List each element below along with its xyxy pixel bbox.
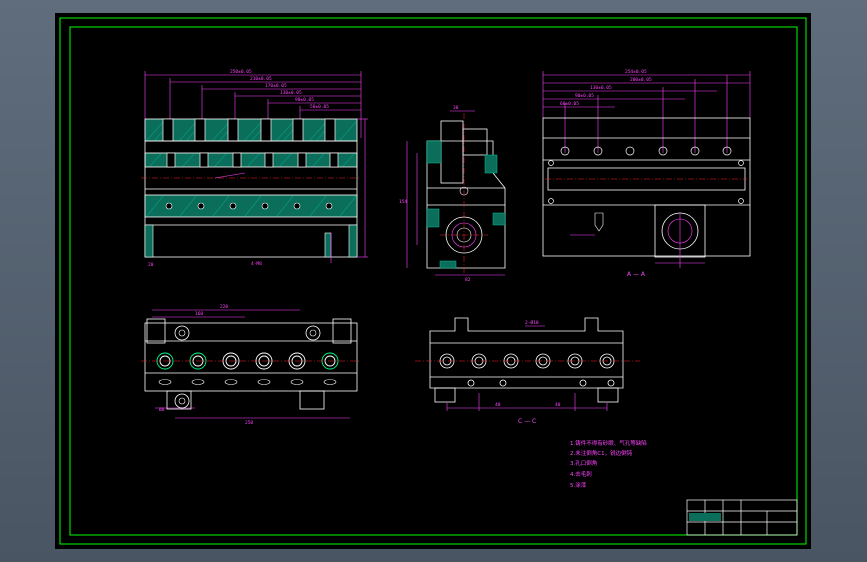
- svg-text:130±0.05: 130±0.05: [280, 90, 302, 96]
- top-view: 220 160 250 Ø8: [141, 304, 361, 426]
- svg-text:170±0.05: 170±0.05: [265, 83, 287, 89]
- svg-text:2-Ø10: 2-Ø10: [525, 319, 539, 326]
- svg-text:Ø8: Ø8: [159, 406, 165, 413]
- svg-text:250±0.05: 250±0.05: [230, 69, 252, 75]
- svg-text:90±0.05: 90±0.05: [295, 97, 314, 103]
- svg-text:50±0.05: 50±0.05: [310, 104, 329, 110]
- svg-text:40: 40: [495, 402, 501, 408]
- svg-text:20: 20: [148, 262, 154, 268]
- section-cc-label: C — C: [518, 418, 536, 425]
- svg-text:200±0.05: 200±0.05: [630, 77, 652, 83]
- drawing-sheet: 250±0.05 210±0.05 170±0.05 130±0.05 90±0…: [55, 13, 811, 549]
- svg-text:130±0.05: 130±0.05: [590, 85, 612, 91]
- section-aa-view: 254±0.05 200±0.05 130±0.05 90±0.05 60±0.…: [542, 69, 751, 278]
- outer-border: [59, 17, 807, 545]
- note-1: 1.铸件不得有砂眼、气孔等缺陷: [570, 439, 647, 447]
- cad-drawing: 250±0.05 210±0.05 170±0.05 130±0.05 90±0…: [59, 17, 807, 545]
- technical-notes: 1.铸件不得有砂眼、气孔等缺陷 2.未注倒角C1，锐边倒钝 3.孔口倒角 4.去…: [570, 439, 647, 489]
- front-section-view: 250±0.05 210±0.05 170±0.05 130±0.05 90±0…: [141, 69, 368, 268]
- title-block: [686, 499, 798, 536]
- svg-text:210±0.05: 210±0.05: [250, 76, 272, 82]
- svg-text:220: 220: [220, 304, 228, 310]
- inner-border: [69, 26, 798, 536]
- note-5: 5.涂漆: [570, 481, 587, 489]
- svg-text:90±0.05: 90±0.05: [575, 93, 594, 99]
- svg-text:160: 160: [195, 311, 203, 317]
- svg-text:250: 250: [245, 420, 253, 426]
- note-3: 3.孔口倒角: [570, 459, 597, 467]
- section-cc-view: 2-Ø10 40 40 C — C: [415, 317, 640, 425]
- svg-text:82: 82: [465, 277, 471, 283]
- note-2: 2.未注倒角C1，锐边倒钝: [570, 449, 633, 457]
- note-4: 4.去毛刺: [570, 470, 592, 478]
- svg-text:254±0.05: 254±0.05: [625, 69, 647, 75]
- svg-text:60±0.05: 60±0.05: [560, 101, 579, 107]
- svg-text:4-M8: 4-M8: [251, 261, 262, 267]
- svg-text:154: 154: [399, 199, 407, 205]
- svg-text:40: 40: [555, 402, 561, 408]
- svg-text:38: 38: [453, 105, 459, 111]
- section-aa-label: A — A: [627, 271, 646, 278]
- side-section-view: 38 154 82: [399, 105, 506, 283]
